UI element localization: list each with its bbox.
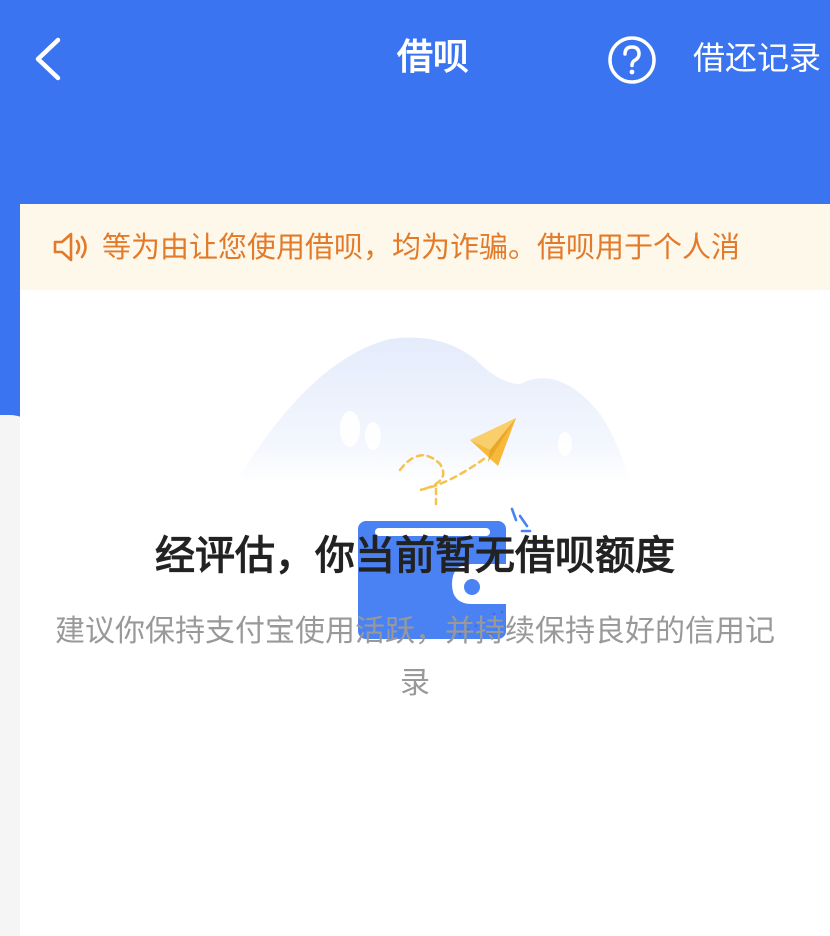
question-circle-icon [608, 36, 656, 84]
empty-state-description: 建议你保持支付宝使用活跃，并持续保持良好的信用记录 [55, 614, 775, 701]
app-root: 借呗 借还记录 等为由让您使用借呗，均为诈骗。借呗用于个人消 经评估，你当前暂无… [0, 0, 830, 936]
notice-bar[interactable]: 等为由让您使用借呗，均为诈骗。借呗用于个人消 [20, 204, 830, 290]
notice-text: 等为由让您使用借呗，均为诈骗。借呗用于个人消 [102, 230, 741, 264]
back-button[interactable] [28, 34, 72, 84]
chevron-left-icon [35, 37, 61, 81]
speaker-icon [53, 232, 87, 262]
help-button[interactable] [606, 34, 658, 86]
empty-state-title: 经评估，你当前暂无借呗额度 [155, 533, 675, 579]
borrow-repay-history-link[interactable]: 借还记录 [693, 34, 821, 82]
nav-bar: 借呗 借还记录 [0, 20, 830, 100]
mountains-background [235, 337, 630, 484]
